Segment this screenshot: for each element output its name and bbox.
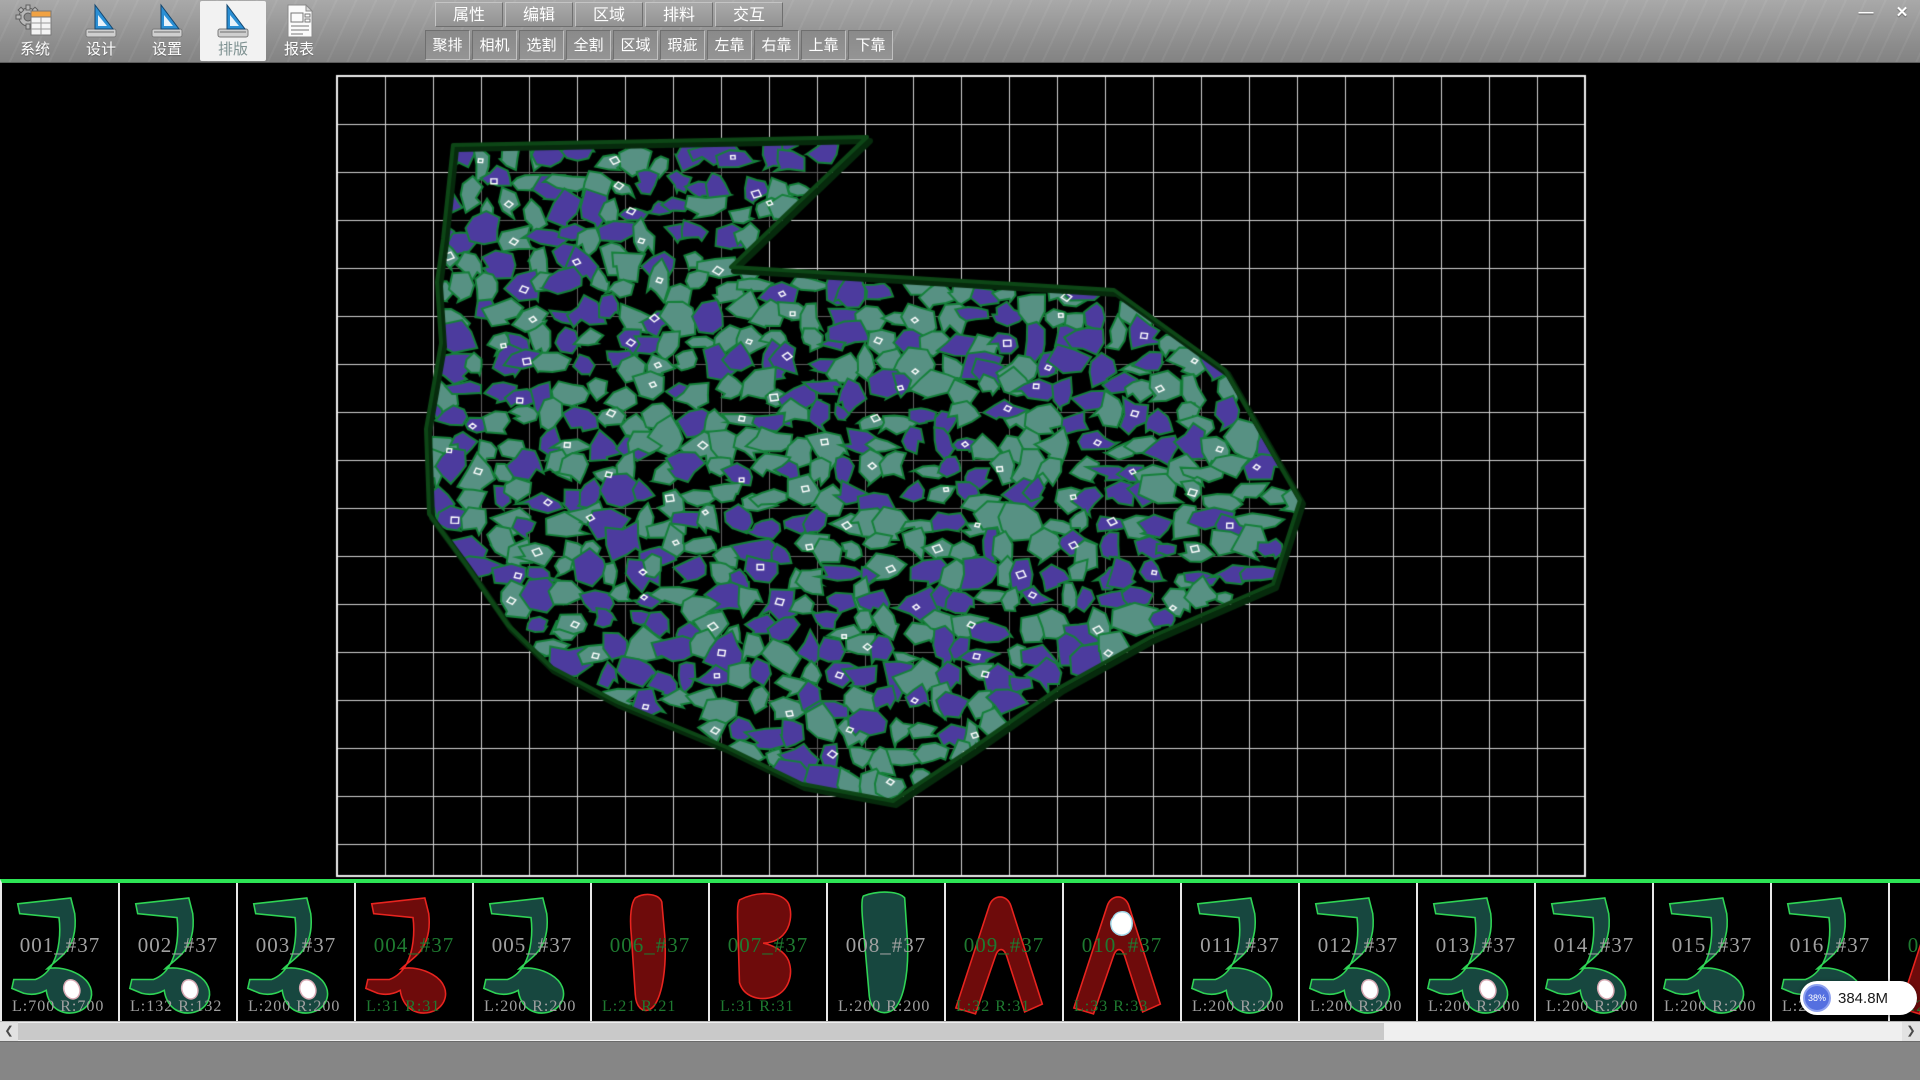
piece-lr-count: L:21 R:21 [602, 998, 676, 1016]
main-button-label: 排版 [218, 42, 248, 58]
thumbnail-cell[interactable]: 012_#37 L:200 R:200 [1300, 883, 1418, 1021]
thumbnail-cell[interactable]: 004_#37 L:31 R:31 [356, 883, 474, 1021]
piece-id-label: 017_#37 [1890, 933, 1920, 958]
report-doc-icon [279, 3, 319, 41]
piece-lr-count: L:200 R:200 [1310, 998, 1402, 1016]
menu-tab-nesting[interactable]: 排料 [645, 2, 713, 27]
piece-id-label: 015_#37 [1654, 933, 1770, 958]
scroll-right-arrow-icon[interactable]: ❯ [1902, 1022, 1920, 1041]
piece-id-label: 013_#37 [1418, 933, 1534, 958]
thumbnail-cell[interactable]: 009_#37 L:32 R:31 [946, 883, 1064, 1021]
piece-id-label: 005_#37 [474, 933, 590, 958]
minimize-button[interactable]: — [1852, 2, 1880, 24]
tool-button-select-cut[interactable]: 选割 [519, 30, 564, 60]
progress-circle: 38% [1803, 984, 1831, 1012]
thumbnail-cell[interactable]: 001_#37 L:700 R:700 [2, 883, 120, 1021]
thumbnail-cell[interactable]: 006_#37 L:21 R:21 [592, 883, 710, 1021]
piece-lr-count: L:200 R:200 [1428, 998, 1520, 1016]
piece-id-label: 008_#37 [828, 933, 944, 958]
thumbnail-cell[interactable]: 011_#37 L:200 R:200 [1182, 883, 1300, 1021]
tool-button-align-left[interactable]: 左靠 [707, 30, 752, 60]
main-button-system[interactable]: 系统 [2, 1, 68, 61]
piece-id-label: 014_#37 [1536, 933, 1652, 958]
window-controls: — ✕ [1852, 2, 1916, 24]
main-button-label: 系统 [20, 42, 50, 58]
main-button-bar: 系统 设计 设置 [2, 1, 332, 61]
piece-lr-count: L:200 R:200 [1192, 998, 1284, 1016]
menu-tab-edit[interactable]: 编辑 [505, 2, 573, 27]
scrollbar-thumb[interactable] [18, 1023, 1384, 1040]
menu-tab-properties[interactable]: 属性 [435, 2, 503, 27]
piece-lr-count: L:200 R:200 [1664, 998, 1756, 1016]
gear-table-icon [15, 3, 55, 41]
piece-id-label: 009_#37 [946, 933, 1062, 958]
piece-id-label: 011_#37 [1182, 933, 1298, 958]
tool-button-cluster-nest[interactable]: 聚排 [425, 30, 470, 60]
piece-lr-count: L:31 R:31 [366, 998, 440, 1016]
thumbnail-cell[interactable]: 008_#37 L:200 R:200 [828, 883, 946, 1021]
memory-value: 384.8M [1838, 990, 1888, 1007]
piece-lr-count: L:132 R:132 [130, 998, 222, 1016]
menu-tab-interact[interactable]: 交互 [715, 2, 783, 27]
tool-button-region[interactable]: 区域 [613, 30, 658, 60]
piece-lr-count: L:200 R:200 [838, 998, 930, 1016]
main-button-label: 报表 [284, 42, 314, 58]
piece-id-label: 016_#37 [1772, 933, 1888, 958]
piece-id-label: 003_#37 [238, 933, 354, 958]
thumbnail-cell[interactable]: 013_#37 L:200 R:200 [1418, 883, 1536, 1021]
thumbnail-cell[interactable]: 010_#37 L:33 R:33 [1064, 883, 1182, 1021]
tool-button-camera[interactable]: 相机 [472, 30, 517, 60]
piece-lr-count: L:200 R:200 [1546, 998, 1638, 1016]
menu-tab-region[interactable]: 区域 [575, 2, 643, 27]
piece-id-label: 004_#37 [356, 933, 472, 958]
piece-id-label: 012_#37 [1300, 933, 1416, 958]
piece-lr-count: L:31 R:31 [720, 998, 794, 1016]
piece-lr-count: L:32 R:31 [956, 998, 1030, 1016]
status-bar [0, 1041, 1920, 1080]
thumbnail-cell[interactable]: 003_#37 L:200 R:200 [238, 883, 356, 1021]
tool-button-align-bottom[interactable]: 下靠 [848, 30, 893, 60]
main-button-label: 设置 [152, 42, 182, 58]
scroll-left-arrow-icon[interactable]: ❮ [0, 1022, 18, 1041]
piece-id-label: 001_#37 [2, 933, 118, 958]
nesting-canvas[interactable] [0, 62, 1920, 879]
tool-button-defect[interactable]: 瑕疵 [660, 30, 705, 60]
main-button-settings[interactable]: 设置 [134, 1, 200, 61]
ribbon: 系统 设计 设置 [0, 0, 1920, 63]
thumbnail-cell[interactable]: 007_#37 L:31 R:31 [710, 883, 828, 1021]
main-button-design[interactable]: 设计 [68, 1, 134, 61]
horizontal-scrollbar[interactable]: ❮ ❯ [0, 1021, 1920, 1041]
set-square-icon [213, 3, 253, 41]
piece-id-label: 007_#37 [710, 933, 826, 958]
piece-lr-count: L:33 R:33 [1074, 998, 1148, 1016]
piece-lr-count: L:200 R:200 [248, 998, 340, 1016]
main-button-report[interactable]: 报表 [266, 1, 332, 61]
tool-button-bar: 聚排 相机 选割 全割 区域 瑕疵 左靠 右靠 上靠 下靠 [425, 30, 893, 60]
main-button-label: 设计 [86, 42, 116, 58]
thumbnail-cell[interactable]: 002_#37 L:132 R:132 [120, 883, 238, 1021]
piece-id-label: 002_#37 [120, 933, 236, 958]
thumbnail-cell[interactable]: 005_#37 L:200 R:200 [474, 883, 592, 1021]
set-square-icon [81, 3, 121, 41]
close-button[interactable]: ✕ [1888, 2, 1916, 24]
piece-thumbnail-strip: 001_#37 L:700 R:700 002_#37 L:132 R:132 … [0, 879, 1920, 1021]
piece-id-label: 010_#37 [1064, 933, 1180, 958]
main-button-layout[interactable]: 排版 [200, 1, 266, 61]
set-square-icon [147, 3, 187, 41]
tool-button-cut-all[interactable]: 全割 [566, 30, 611, 60]
piece-id-label: 006_#37 [592, 933, 708, 958]
piece-lr-count: L:200 R:200 [484, 998, 576, 1016]
thumbnail-cell[interactable]: 015_#37 L:200 R:200 [1654, 883, 1772, 1021]
piece-lr-count: L:700 R:700 [12, 998, 104, 1016]
thumbnail-cell[interactable]: 014_#37 L:200 R:200 [1536, 883, 1654, 1021]
tool-button-align-top[interactable]: 上靠 [801, 30, 846, 60]
menu-tab-bar: 属性 编辑 区域 排料 交互 [435, 2, 783, 27]
tool-button-align-right[interactable]: 右靠 [754, 30, 799, 60]
memory-overlay-badge[interactable]: 38% 384.8M [1800, 981, 1917, 1015]
